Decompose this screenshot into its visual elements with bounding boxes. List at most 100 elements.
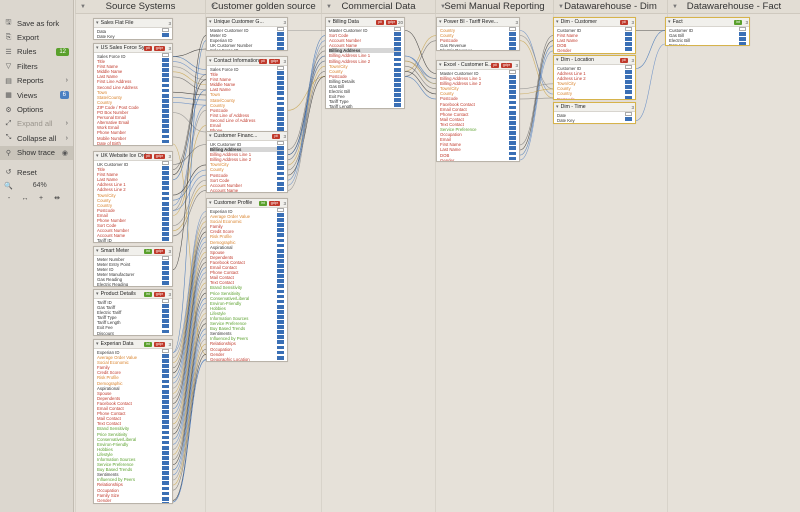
field-row[interactable]: Electric Reading bbox=[97, 282, 169, 286]
collapse-triangle-icon[interactable]: ▾ bbox=[439, 62, 442, 68]
entity-card[interactable]: ▾ Product Details int gdpr 3 Tariff ID Gas Tar… bbox=[93, 289, 173, 336]
field-row[interactable]: Date Key bbox=[557, 118, 632, 123]
collapse-triangle-icon[interactable]: ▾ bbox=[556, 57, 559, 63]
field-row[interactable]: Gender bbox=[557, 48, 632, 53]
collapse-triangle-icon[interactable]: ▾ bbox=[328, 19, 331, 25]
collapse-triangle-icon[interactable]: ▾ bbox=[556, 104, 559, 110]
entity-card-header[interactable]: ▾ Sales Flat File 3 bbox=[94, 19, 172, 28]
fit-horizontal-button[interactable]: ↔ bbox=[20, 195, 30, 202]
fit-vertical-button[interactable]: ⇹ bbox=[52, 194, 62, 202]
entity-card[interactable]: ▾ Dim - Customer pii 3 Customer ID First Name… bbox=[553, 17, 636, 54]
entity-card[interactable]: ▾ Customer Profile int gdpr 3 Experian ID Aver… bbox=[206, 198, 288, 362]
sidebar-item-save-as-fork[interactable]: 🖫 Save as fork bbox=[0, 16, 73, 30]
entity-card[interactable]: ▾ Excel - Customer E... pii gdpr 3 Master Cus… bbox=[436, 60, 520, 162]
collapse-triangle-icon[interactable]: ▾ bbox=[96, 291, 99, 297]
entity-card-header[interactable]: ▾ Contact Information pii gdpr 3 bbox=[207, 57, 287, 66]
entity-card-header[interactable]: ▾ Customer Financ... pii 3 bbox=[207, 132, 287, 141]
entity-card-header[interactable]: ▾ Excel - Customer E... pii gdpr 3 bbox=[437, 61, 519, 70]
field-indicator bbox=[162, 271, 169, 276]
field-row[interactable]: Geographic Location bbox=[210, 357, 284, 361]
field-row[interactable]: Sales Force ID bbox=[210, 48, 284, 50]
column-header[interactable]: ▼ Customer golden source bbox=[205, 0, 321, 14]
column-header[interactable]: ▼ Semi Manual Reporting bbox=[435, 0, 553, 14]
collapse-triangle-icon[interactable]: ▾ bbox=[96, 20, 99, 26]
sidebar-item-label: Views bbox=[17, 90, 38, 100]
entity-card[interactable]: ▾ UK Website Ice Ord... pii gdpr 3 UK Custome… bbox=[93, 151, 173, 243]
zoom-in-button[interactable]: + bbox=[36, 195, 46, 202]
sidebar-item-collapse-all[interactable]: ⤡ Collapse all › bbox=[0, 131, 73, 145]
zoom-out-button[interactable]: - bbox=[4, 195, 14, 202]
column-header[interactable]: ▼ Datawarehouse - Dim bbox=[553, 0, 667, 14]
collapse-triangle-icon[interactable]: ▼ bbox=[558, 4, 564, 10]
sidebar-item-show-trace[interactable]: ⚲ Show trace ◉ bbox=[0, 145, 73, 160]
field-indicator bbox=[509, 136, 516, 141]
entity-card[interactable]: ▾ Dim - Location pii 3 Customer ID Address Li… bbox=[553, 55, 636, 100]
lineage-canvas[interactable]: ▼ Source Systems ▼ Customer golden source ▼ C… bbox=[75, 0, 800, 512]
field-row[interactable]: Postcode bbox=[557, 97, 632, 99]
field-row[interactable]: Electric Revenue bbox=[440, 48, 516, 50]
entity-card[interactable]: ▾ Billing Data pii gdpr 20 Master Customer ID… bbox=[325, 17, 405, 109]
collapse-triangle-icon[interactable]: ▾ bbox=[209, 133, 212, 139]
entity-card-header[interactable]: ▾ Dim - Time 3 bbox=[554, 103, 635, 112]
field-row[interactable]: Tariff ID bbox=[97, 238, 169, 242]
field-row[interactable]: Date Key bbox=[97, 34, 169, 39]
entity-card[interactable]: ▾ Experian Data int gdpr 3 Experian ID Average… bbox=[93, 339, 173, 504]
entity-card-header[interactable]: ▾ Dim - Customer pii 3 bbox=[554, 18, 635, 27]
sidebar-item-reports[interactable]: ▤ Reports › bbox=[0, 74, 73, 88]
collapse-triangle-icon[interactable]: ▾ bbox=[209, 58, 212, 64]
field-indicator bbox=[277, 360, 284, 361]
collapse-triangle-icon[interactable]: ▾ bbox=[556, 19, 559, 25]
field-row[interactable]: Gender bbox=[440, 158, 516, 161]
column-header[interactable]: ▼ Datawarehouse - Fact bbox=[667, 0, 800, 14]
entity-card-header[interactable]: ▾ Fact int 3 bbox=[666, 18, 749, 27]
entity-card-header[interactable]: ▾ Experian Data int gdpr 3 bbox=[94, 340, 172, 349]
collapse-triangle-icon[interactable]: ▼ bbox=[326, 4, 332, 10]
entity-card-header[interactable]: ▾ Unique Customer G... 3 bbox=[207, 18, 287, 27]
collapse-triangle-icon[interactable]: ▼ bbox=[210, 4, 216, 10]
collapse-triangle-icon[interactable]: ▼ bbox=[80, 4, 86, 10]
entity-card[interactable]: ▾ Contact Information pii gdpr 3 Sales Force … bbox=[206, 56, 288, 134]
entity-card[interactable]: ▾ Customer Financ... pii 3 UK Customer ID Bil… bbox=[206, 131, 288, 193]
field-row[interactable]: Account Name bbox=[210, 188, 284, 192]
entity-card-header[interactable]: ▾ Power BI - Tariff Reve... 3 bbox=[437, 18, 519, 27]
collapse-triangle-icon[interactable]: ▼ bbox=[440, 4, 446, 10]
sidebar-item-rules[interactable]: ☰ Rules 12 bbox=[0, 45, 73, 59]
field-row[interactable]: Geographic Location bbox=[97, 503, 169, 504]
sidebar-item-filters[interactable]: ▽ Filters bbox=[0, 59, 73, 73]
field-row[interactable]: Tariff Length bbox=[329, 104, 401, 108]
column-header[interactable]: ▼ Commercial Data bbox=[321, 0, 435, 14]
sidebar-item-expand-all[interactable]: ⤢ Expand all › bbox=[0, 117, 73, 131]
sidebar-item-options[interactable]: ⚙ Options bbox=[0, 102, 73, 116]
collapse-triangle-icon[interactable]: ▾ bbox=[668, 19, 671, 25]
entity-card[interactable]: ▾ Smart Meter int gdpr 3 Meter Number Meter En… bbox=[93, 246, 173, 287]
entity-card-header[interactable]: ▾ UK Website Ice Ord... pii gdpr 3 bbox=[94, 152, 172, 161]
entity-card-header[interactable]: ▾ Product Details int gdpr 3 bbox=[94, 290, 172, 299]
field-list: Experian ID Average Order Value Social Eco… bbox=[94, 349, 172, 504]
collapse-triangle-icon[interactable]: ▼ bbox=[672, 4, 678, 10]
collapse-triangle-icon[interactable]: ▾ bbox=[96, 153, 99, 159]
entity-card[interactable]: ▾ Power BI - Tariff Reve... 3 Country County… bbox=[436, 17, 520, 51]
entity-card-header[interactable]: ▾ Customer Profile int gdpr 3 bbox=[207, 199, 287, 208]
sidebar-item-export[interactable]: ⎘ Export bbox=[0, 30, 73, 44]
entity-card[interactable]: ▾ Dim - Time 3 Date Date Key bbox=[553, 102, 636, 124]
collapse-triangle-icon[interactable]: ▾ bbox=[209, 200, 212, 206]
entity-card-header[interactable]: ▾ Dim - Location pii 3 bbox=[554, 56, 635, 65]
entity-card[interactable]: ▾ Sales Flat File 3 Data Date Key bbox=[93, 18, 173, 40]
collapse-triangle-icon[interactable]: ▾ bbox=[209, 19, 212, 25]
entity-card-header[interactable]: ▾ Billing Data pii gdpr 20 bbox=[326, 18, 404, 27]
entity-card[interactable]: ▾ Fact int 3 Customer ID Gas Bill Electric Bil… bbox=[665, 17, 750, 46]
entity-card-header[interactable]: ▾ US Sales Force Sys... pii gdpr 3 bbox=[94, 44, 172, 53]
entity-card[interactable]: ▾ Unique Customer G... 3 Master Customer ID… bbox=[206, 17, 288, 51]
collapse-triangle-icon[interactable]: ▾ bbox=[96, 341, 99, 347]
sidebar-item-views[interactable]: ▦ Views 6 bbox=[0, 88, 73, 102]
field-row[interactable]: Date Key bbox=[669, 43, 746, 45]
entity-card-header[interactable]: ▾ Smart Meter int gdpr 3 bbox=[94, 247, 172, 256]
entity-card[interactable]: ▾ US Sales Force Sys... pii gdpr 3 Sales Forc… bbox=[93, 43, 173, 146]
reset-button[interactable]: ↺ Reset bbox=[0, 165, 73, 179]
collapse-triangle-icon[interactable]: ▾ bbox=[439, 19, 442, 25]
column-title: Source Systems bbox=[105, 1, 176, 12]
toggle-icon[interactable]: ◉ bbox=[62, 149, 68, 157]
collapse-triangle-icon[interactable]: ▾ bbox=[96, 248, 99, 254]
column-header[interactable]: ▼ Source Systems bbox=[75, 0, 205, 14]
collapse-triangle-icon[interactable]: ▾ bbox=[96, 45, 99, 51]
